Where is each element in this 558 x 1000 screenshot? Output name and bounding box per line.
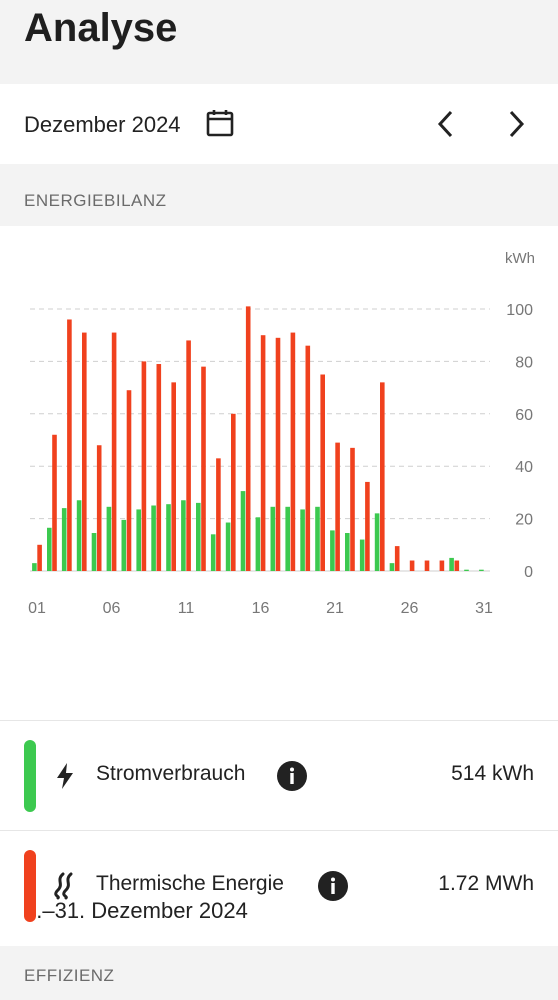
bar-thermal <box>409 560 415 571</box>
y-tick-label: 80 <box>515 354 533 371</box>
bar-thermal <box>171 382 176 571</box>
bar-thermal <box>305 345 311 571</box>
electricity-label: Stromverbrauch <box>96 762 246 785</box>
x-tick-label: 06 <box>103 600 121 617</box>
bar-thermal <box>231 413 236 571</box>
bar-thermal <box>260 335 266 571</box>
bar-electricity <box>210 534 216 571</box>
bar-thermal <box>275 337 281 571</box>
bar-thermal <box>335 442 340 571</box>
bar-electricity <box>151 505 156 571</box>
bar-thermal <box>439 560 445 571</box>
bar-thermal <box>156 364 162 571</box>
bar-electricity <box>121 519 127 571</box>
bar-thermal <box>320 374 325 571</box>
bar-thermal <box>37 544 42 571</box>
y-tick-label: 40 <box>515 459 533 476</box>
bar-thermal <box>216 458 221 571</box>
bar-thermal <box>126 390 132 571</box>
thermal-label: Thermische Energie <box>96 872 284 895</box>
electricity-color-bar <box>24 740 36 812</box>
bar-thermal <box>350 447 355 571</box>
chevron-right-icon <box>509 110 525 138</box>
bar-electricity <box>300 509 305 571</box>
bar-electricity <box>464 569 469 571</box>
efficiency-section-heading: EFFIZIENZ <box>24 966 115 985</box>
y-tick-label: 100 <box>506 302 533 319</box>
y-axis-unit: kWh <box>505 250 535 267</box>
y-tick-label: 60 <box>515 407 533 424</box>
bar-electricity <box>47 527 52 571</box>
heat-waves-icon <box>54 872 73 900</box>
bar-thermal <box>365 481 370 571</box>
bar-thermal <box>52 434 57 571</box>
x-tick-label: 21 <box>326 600 344 617</box>
bar-electricity <box>91 533 97 571</box>
bar-electricity <box>270 506 276 571</box>
y-tick-label: 20 <box>515 512 533 529</box>
divider <box>0 720 558 721</box>
lightning-icon <box>57 763 73 789</box>
bar-electricity <box>225 522 231 571</box>
bar-thermal <box>424 560 430 571</box>
month-selector-bar: Dezember 2024 <box>0 84 558 164</box>
next-month-button[interactable] <box>498 102 534 146</box>
y-tick-label: 0 <box>524 564 533 581</box>
x-tick-label: 26 <box>401 600 419 617</box>
bar-electricity <box>479 569 484 571</box>
bar-electricity <box>32 563 37 571</box>
bar-thermal <box>82 332 87 571</box>
bar-electricity <box>330 530 335 571</box>
bar-electricity <box>449 557 454 571</box>
bar-electricity <box>255 517 261 571</box>
x-tick-label: 01 <box>28 600 46 617</box>
bar-electricity <box>181 500 186 571</box>
bar-thermal <box>454 560 460 571</box>
bar-electricity <box>389 563 395 571</box>
page-title: Analyse <box>24 6 178 50</box>
thermal-color-bar <box>24 850 36 922</box>
bar-thermal <box>186 340 191 571</box>
previous-month-button[interactable] <box>428 102 464 146</box>
bar-thermal <box>67 319 72 571</box>
bar-thermal <box>394 546 400 571</box>
info-icon[interactable] <box>277 761 307 791</box>
divider <box>0 830 558 831</box>
bar-electricity <box>345 533 350 571</box>
x-tick-label: 11 <box>178 600 195 617</box>
calendar-icon[interactable] <box>205 108 235 138</box>
bar-electricity <box>285 506 290 571</box>
bar-electricity <box>359 539 365 571</box>
summary-row-thermal: Thermische Energie 1.72 MWh <box>0 832 558 940</box>
bar-electricity <box>166 504 171 571</box>
month-label[interactable]: Dezember 2024 <box>24 112 181 138</box>
bar-electricity <box>106 506 112 571</box>
summary-row-electricity: Stromverbrauch 514 kWh <box>0 722 558 830</box>
bar-electricity <box>374 513 380 571</box>
bar-electricity <box>315 506 320 571</box>
bar-electricity <box>76 500 82 571</box>
x-tick-label: 31 <box>475 600 493 617</box>
electricity-value: 514 kWh <box>451 762 534 785</box>
bar-electricity <box>61 508 67 571</box>
bar-thermal <box>245 306 251 571</box>
chevron-left-icon <box>437 110 453 138</box>
bar-thermal <box>96 445 102 571</box>
bar-thermal <box>380 382 385 571</box>
bar-electricity <box>196 502 201 571</box>
bar-thermal <box>201 366 206 571</box>
bar-electricity <box>240 491 246 571</box>
bar-thermal <box>141 361 147 571</box>
bar-thermal <box>111 332 117 571</box>
energy-section-heading: ENERGIEBILANZ <box>24 191 167 210</box>
bar-thermal <box>290 332 296 571</box>
info-icon[interactable] <box>318 871 348 901</box>
bar-electricity <box>136 509 141 571</box>
energy-bar-chart: kWh 0 20 40 60 80 100 01 06 11 16 21 26 31 <box>28 250 535 617</box>
thermal-value: 1.72 MWh <box>438 872 534 895</box>
x-tick-label: 16 <box>252 600 270 617</box>
